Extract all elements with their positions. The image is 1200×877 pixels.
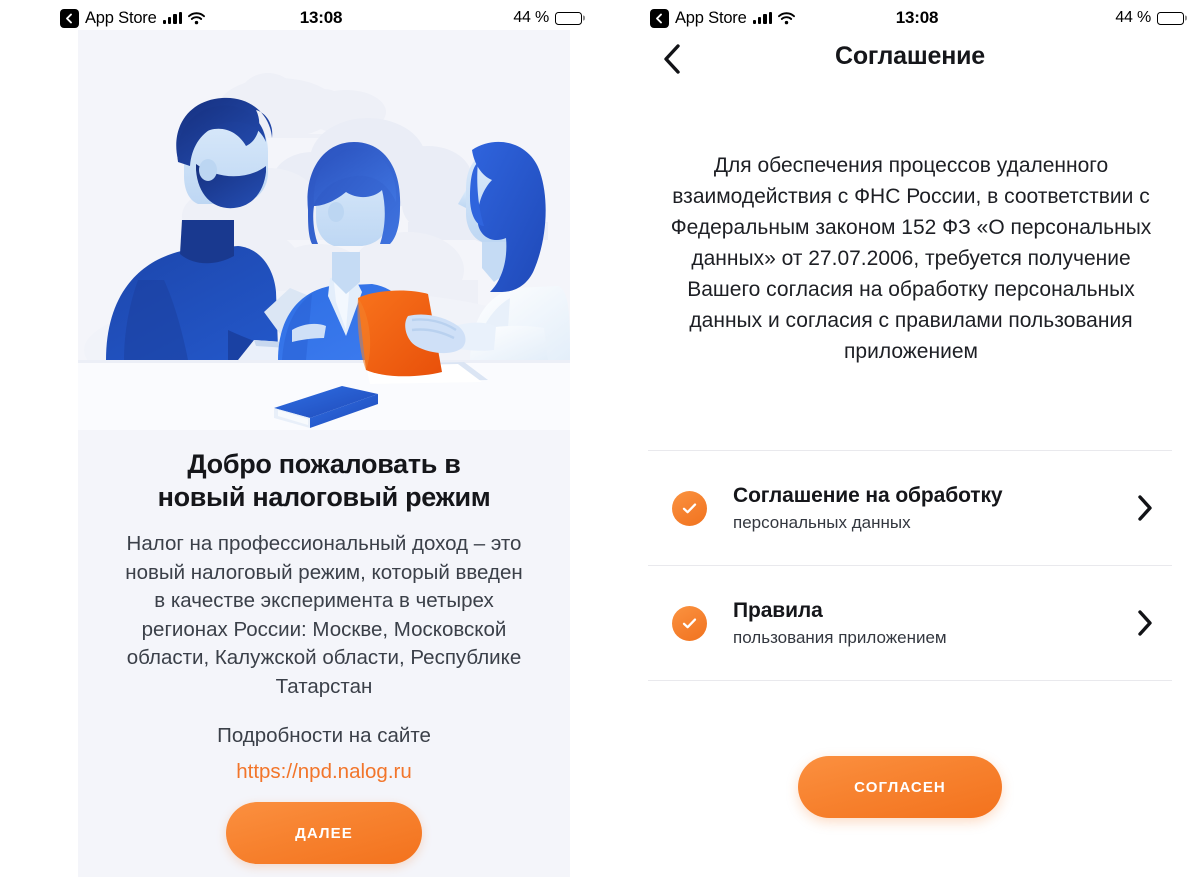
page-title-line-2: новый налоговый режим bbox=[157, 482, 491, 512]
consent-text-group: Правила пользования приложением bbox=[733, 599, 1136, 648]
next-button[interactable]: ДАЛЕЕ bbox=[226, 802, 422, 864]
check-circle-icon[interactable] bbox=[672, 490, 707, 526]
chevron-right-icon[interactable] bbox=[1136, 608, 1154, 638]
agree-button[interactable]: СОГЛАСЕН bbox=[798, 756, 1002, 818]
page-title-line-1: Добро пожаловать в bbox=[187, 449, 461, 479]
chevron-right-icon[interactable] bbox=[1136, 493, 1154, 523]
three-people-meeting-illustration bbox=[78, 30, 570, 430]
details-label: Подробности на сайте bbox=[217, 724, 431, 747]
consent-title: Соглашение на обработку bbox=[733, 483, 1003, 507]
page-title: Соглашение bbox=[834, 42, 985, 70]
left-phone-screen: App Store 13:08 44 % Добро пожаловать в … bbox=[0, 0, 600, 877]
battery-icon bbox=[1157, 11, 1187, 25]
welcome-description: Налог на профессиональный доход – это но… bbox=[125, 532, 523, 698]
consent-item-usage-rules[interactable]: Правила пользования приложением bbox=[648, 566, 1172, 680]
battery-percent-label: 44 % bbox=[1115, 9, 1151, 26]
status-bar-time: 13:08 bbox=[895, 8, 939, 27]
battery-percent-label: 44 % bbox=[513, 9, 549, 26]
consent-subtitle: персональных данных bbox=[733, 512, 911, 532]
consent-title: Правила bbox=[733, 598, 823, 622]
navigation-bar: Соглашение bbox=[620, 34, 1200, 86]
list-divider-bottom bbox=[648, 680, 1172, 681]
status-bar-time: 13:08 bbox=[299, 8, 343, 27]
status-bar-right-group: 44 % bbox=[513, 9, 585, 27]
details-website-link[interactable]: https://npd.nalog.ru bbox=[118, 760, 530, 784]
consent-subtitle: пользования приложением bbox=[733, 627, 947, 647]
agreement-body-text: Для обеспечения процессов удаленного вза… bbox=[670, 154, 1152, 363]
status-bar-right: App Store 13:08 44 % bbox=[620, 0, 1200, 36]
consent-list: Соглашение на обработку персональных дан… bbox=[648, 450, 1172, 681]
status-bar-right-group: 44 % bbox=[1115, 9, 1187, 27]
right-phone-screen: App Store 13:08 44 % Соглашение Для обес… bbox=[620, 0, 1200, 877]
consent-text-group: Соглашение на обработку персональных дан… bbox=[733, 484, 1136, 533]
consent-item-personal-data[interactable]: Соглашение на обработку персональных дан… bbox=[648, 451, 1172, 565]
battery-icon bbox=[555, 11, 585, 25]
check-circle-icon[interactable] bbox=[672, 605, 707, 641]
left-screen-content: Добро пожаловать в новый налоговый режим… bbox=[78, 30, 570, 877]
page-title: Добро пожаловать в новый налоговый режим bbox=[98, 448, 550, 514]
dual-screenshot-container: App Store 13:08 44 % Добро пожаловать в … bbox=[0, 0, 1200, 877]
